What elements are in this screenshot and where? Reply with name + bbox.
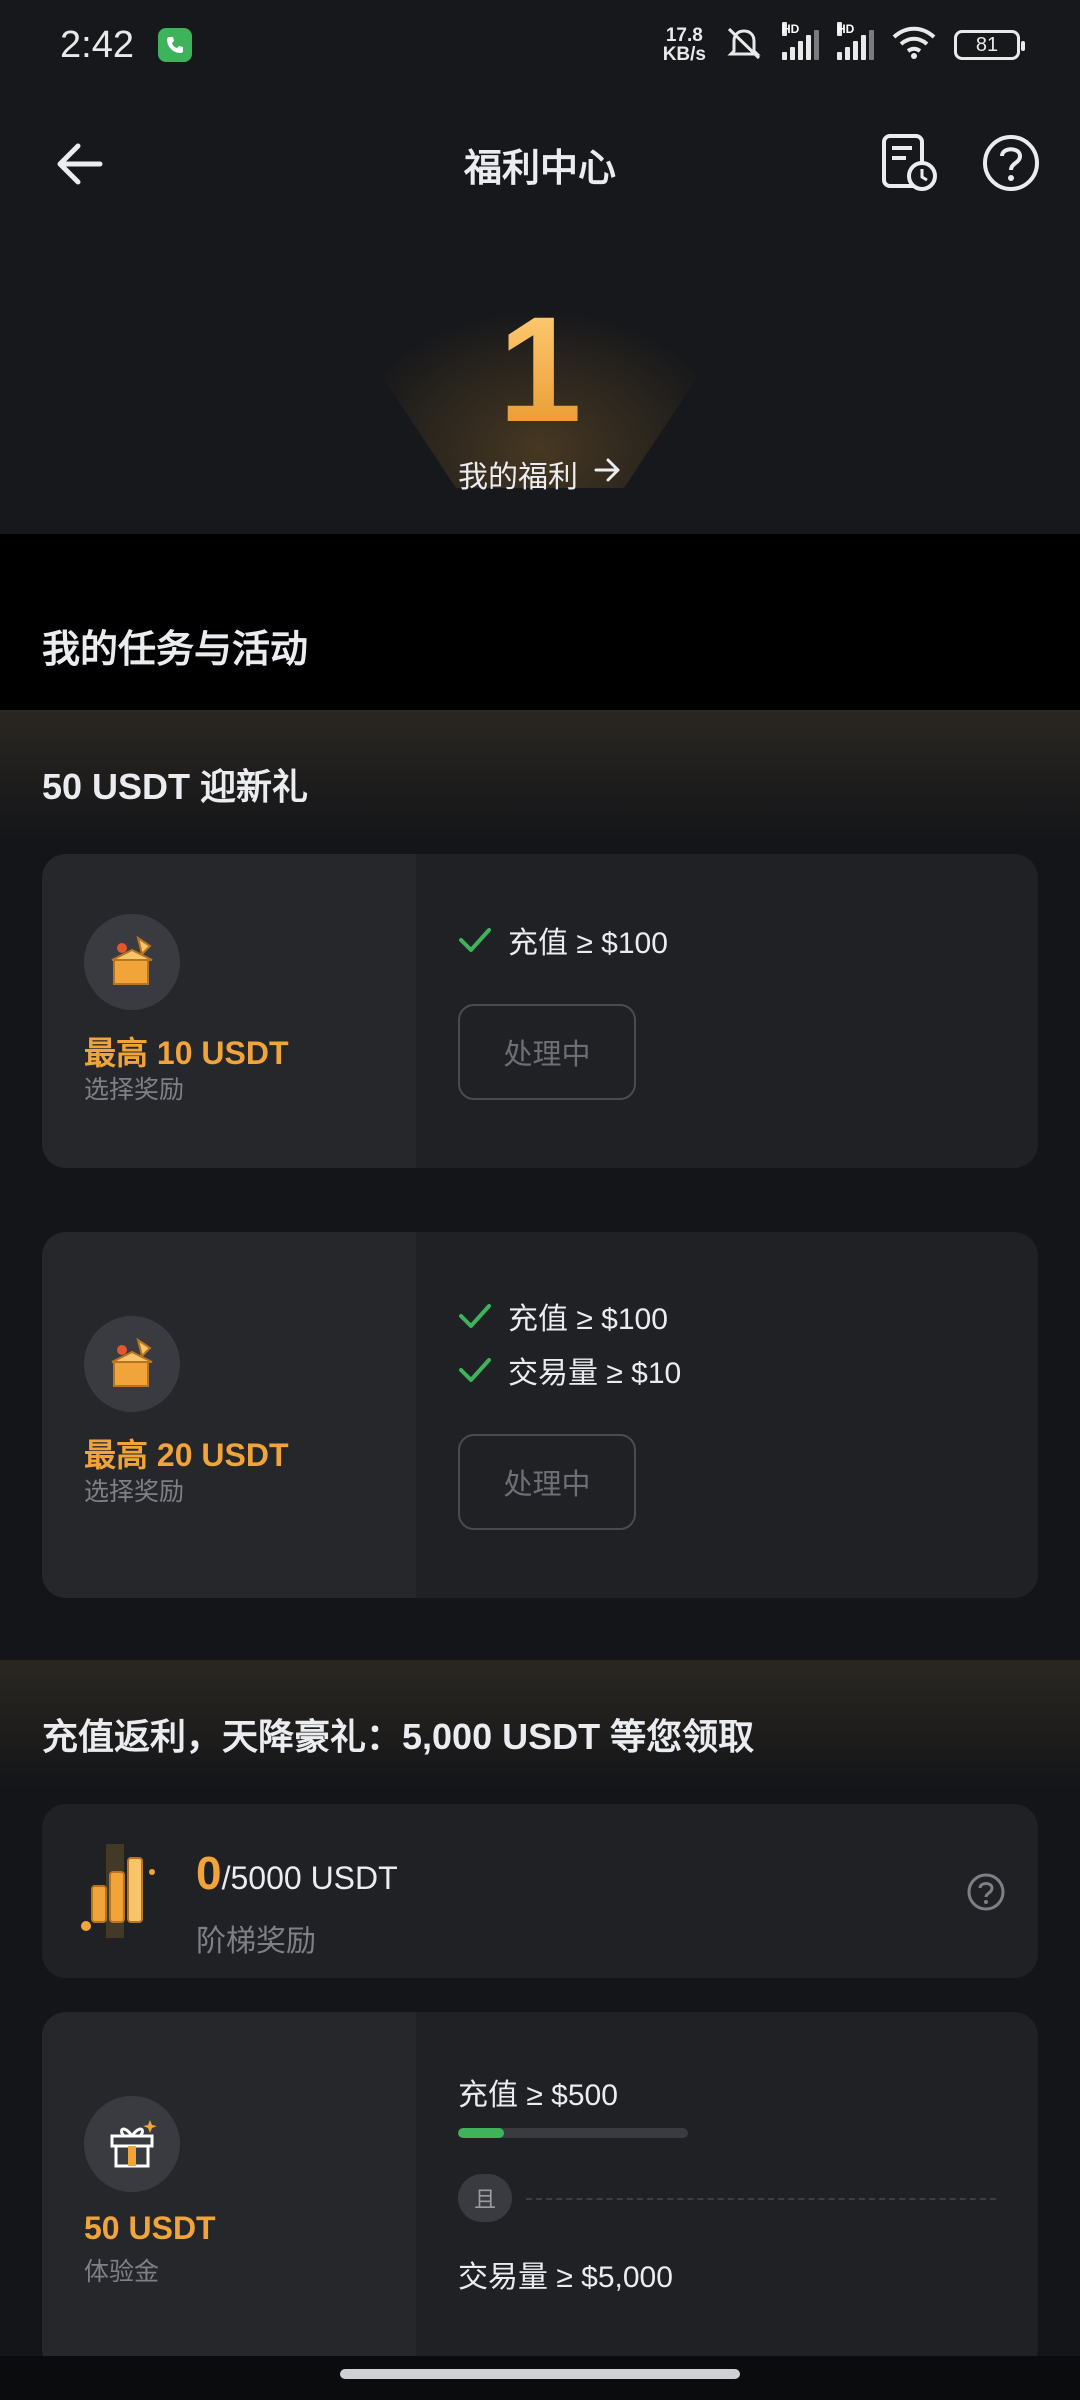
condition-label: 交易量 ≥ $5,000 [458, 2261, 673, 2294]
tier-total: /5000 USDT [221, 1860, 398, 1896]
benefit-count: 1 [0, 294, 1080, 444]
reward-amount: 最高 20 USDT [84, 1437, 289, 1473]
header: 福利中心 [0, 90, 1080, 238]
history-record-icon[interactable] [878, 132, 940, 194]
welcome-group-title: 50 USDT 迎新礼 [42, 766, 309, 807]
condition-item: 充值 ≥ $500 [458, 2070, 618, 2114]
card-conditions: 充值 ≥ $100 交易量 ≥ $10 处理中 [416, 1232, 1038, 1598]
reward-subtitle: 选择奖励 [84, 1076, 185, 1104]
phone-call-icon [157, 28, 192, 62]
my-benefits-label: 我的福利 [458, 461, 578, 494]
help-circle-icon[interactable] [980, 132, 1042, 194]
processing-button[interactable]: 处理中 [458, 1004, 636, 1100]
wifi-icon [892, 26, 936, 65]
condition-label: 充值 ≥ $100 [508, 927, 668, 960]
home-indicator-bar[interactable] [340, 2369, 740, 2379]
tasks-content: 50 USDT 迎新礼 最高 10 USDT 选择奖励 充值 ≥ $100 处理… [0, 710, 1080, 2372]
card-reward-panel: 最高 10 USDT 选择奖励 [42, 854, 416, 1168]
status-bar: 2:42 17.8 KB/s HD HD 81 [0, 0, 1080, 90]
condition-label: 充值 ≥ $100 [508, 1303, 668, 1336]
tasks-section-header: 我的任务与活动 [0, 534, 1080, 710]
check-icon [459, 1358, 491, 1382]
condition-item: 充值 ≥ $100 [458, 918, 668, 962]
reward-subtitle: 选择奖励 [84, 1478, 185, 1506]
rebate-group-header: 充值返利，天降豪礼：5,000 USDT 等您领取 [0, 1660, 1080, 1790]
tasks-section-title: 我的任务与活动 [42, 629, 309, 671]
my-benefits-link[interactable]: 我的福利 [0, 452, 1080, 496]
signal-2-icon: HD [837, 22, 874, 60]
condition-label: 充值 ≥ $500 [458, 2079, 618, 2112]
gift-box-icon [84, 2096, 180, 2192]
card-reward-panel: 50 USDT 体验金 [42, 2012, 416, 2372]
treasure-box-icon [84, 1316, 180, 1412]
tier-label: 阶梯奖励 [196, 1925, 316, 1958]
condition-item: 交易量 ≥ $10 [458, 1348, 681, 1392]
check-icon [459, 1304, 491, 1328]
status-time: 2:42 [60, 23, 134, 66]
trial-fund-card[interactable]: 50 USDT 体验金 充值 ≥ $500 且 交易量 ≥ $5,000 [42, 2012, 1038, 2372]
rebate-group-title: 充值返利，天降豪礼：5,000 USDT 等您领取 [42, 1716, 755, 1757]
processing-button[interactable]: 处理中 [458, 1434, 636, 1530]
deposit-progress-bar [458, 2128, 688, 2138]
net-speed: 17.8 KB/s [663, 26, 706, 64]
treasure-box-icon [84, 914, 180, 1010]
arrow-right-icon [592, 455, 622, 493]
card-conditions: 充值 ≥ $500 且 交易量 ≥ $5,000 [416, 2012, 1038, 2372]
signal-1-icon: HD [782, 22, 819, 60]
tier-progress: 0/5000 USDT [196, 1846, 398, 1900]
card-reward-panel: 最高 20 USDT 选择奖励 [42, 1232, 416, 1598]
deposit-progress-fill [458, 2128, 504, 2138]
reward-amount: 50 USDT [84, 2210, 216, 2246]
condition-label: 交易量 ≥ $10 [508, 1357, 682, 1390]
gold-bars-icon [78, 1842, 170, 1947]
benefits-summary: 1 我的福利 [0, 238, 1080, 534]
check-icon [459, 928, 491, 952]
battery-icon: 81 [954, 30, 1025, 60]
gesture-nav-area [0, 2356, 1080, 2400]
tier-reward-card[interactable]: 0/5000 USDT 阶梯奖励 [42, 1804, 1038, 1978]
welcome-group-header: 50 USDT 迎新礼 [0, 710, 1080, 840]
condition-item: 交易量 ≥ $5,000 [458, 2252, 673, 2296]
tier-current: 0 [196, 1847, 222, 1899]
mute-icon [724, 25, 764, 66]
welcome-task-card[interactable]: 最高 20 USDT 选择奖励 充值 ≥ $100 交易量 ≥ $10 处理中 [42, 1232, 1038, 1598]
hd-label: HD [782, 22, 800, 36]
welcome-task-card[interactable]: 最高 10 USDT 选择奖励 充值 ≥ $100 处理中 [42, 854, 1038, 1168]
reward-subtitle: 体验金 [84, 2258, 160, 2286]
net-speed-unit: KB/s [662, 44, 706, 65]
condition-item: 充值 ≥ $100 [458, 1294, 668, 1338]
divider-dashed [526, 2198, 996, 2200]
and-badge: 且 [458, 2174, 512, 2222]
reward-amount: 最高 10 USDT [84, 1035, 289, 1071]
net-speed-value: 17.8 [665, 25, 703, 46]
help-circle-icon[interactable] [966, 1872, 1006, 1912]
card-conditions: 充值 ≥ $100 处理中 [416, 854, 1038, 1168]
hd-label: HD [837, 22, 855, 36]
